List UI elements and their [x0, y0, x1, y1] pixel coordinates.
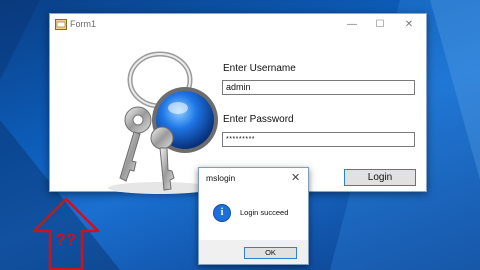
main-window: Form1 — ☐ ✕ Enter Username admin Enter P… — [49, 13, 427, 194]
username-field[interactable]: admin — [222, 80, 415, 95]
minimize-button[interactable]: — — [338, 16, 366, 33]
dialog-message: Login succeed — [240, 208, 289, 217]
ok-button[interactable]: OK — [244, 247, 297, 259]
password-field[interactable]: ********* — [222, 132, 415, 147]
dialog-title-bar: mslogin ✕ — [199, 168, 308, 188]
password-label: Enter Password — [223, 114, 294, 125]
dialog-title: mslogin — [206, 173, 236, 183]
title-bar: Form1 — ☐ ✕ — [50, 14, 426, 35]
dialog-body: i Login succeed — [199, 188, 308, 240]
window-title: Form1 — [70, 19, 97, 29]
dialog-close-button[interactable]: ✕ — [291, 171, 300, 184]
form-app-icon — [55, 19, 67, 30]
info-icon: i — [213, 204, 231, 222]
login-button[interactable]: Login — [344, 169, 416, 186]
arrow-question-marks: ?? — [56, 230, 77, 249]
up-arrow-overlay: ?? — [32, 197, 100, 270]
maximize-button[interactable]: ☐ — [366, 16, 394, 33]
close-button[interactable]: ✕ — [395, 16, 423, 33]
message-dialog: mslogin ✕ i Login succeed OK — [198, 167, 309, 265]
username-label: Enter Username — [223, 63, 296, 74]
